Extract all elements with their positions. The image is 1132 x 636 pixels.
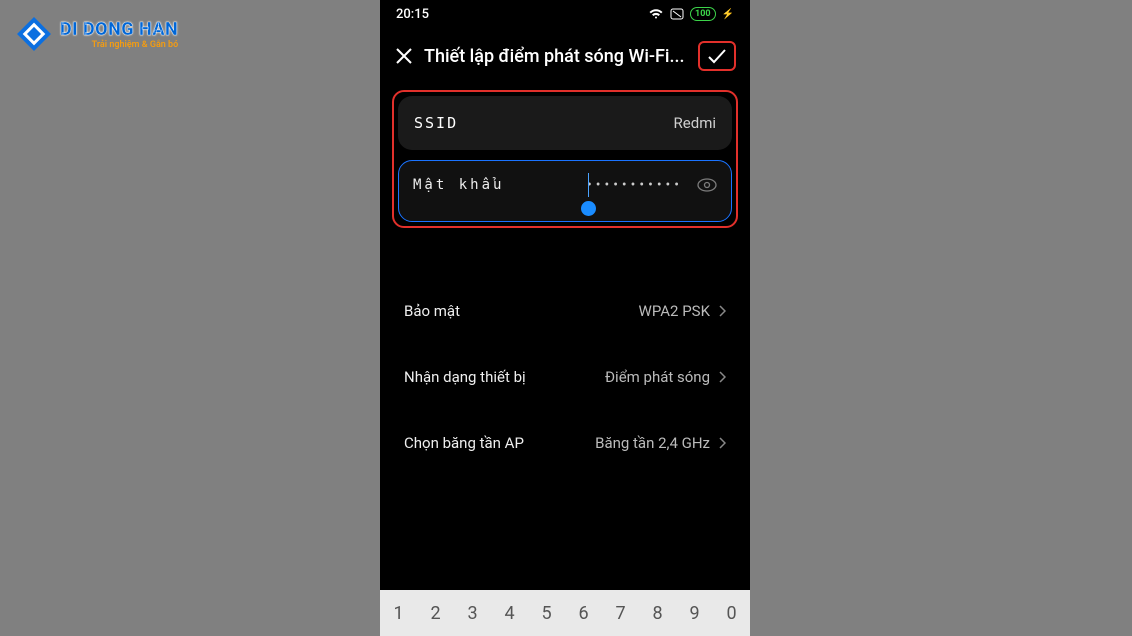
battery-percent: 100 bbox=[690, 7, 716, 21]
device-id-value: Điểm phát sóng bbox=[605, 368, 710, 386]
password-row[interactable]: Mật khẩu ••••••••••• bbox=[398, 160, 732, 222]
key-9[interactable]: 9 bbox=[676, 603, 713, 624]
confirm-button-highlight bbox=[698, 41, 736, 71]
chevron-right-icon bbox=[718, 371, 726, 383]
band-row[interactable]: Chọn băng tần AP Băng tần 2,4 GHz bbox=[400, 410, 730, 476]
wifi-icon bbox=[648, 8, 664, 20]
brand-name: DI DONG HAN bbox=[60, 19, 178, 40]
password-label: Mật khẩu bbox=[413, 177, 504, 193]
brand-logo-icon bbox=[14, 14, 54, 54]
key-4[interactable]: 4 bbox=[491, 603, 528, 624]
key-6[interactable]: 6 bbox=[565, 603, 602, 624]
device-id-label: Nhận dạng thiết bị bbox=[404, 368, 526, 386]
brand-watermark: DI DONG HAN Trải nghiệm & Gắn bó bbox=[14, 14, 178, 54]
phone-screen: 20:15 100 ⚡ Thiết lập điểm phát sóng Wi-… bbox=[380, 0, 750, 636]
input-section-highlight: SSID Redmi Mật khẩu ••••••••••• bbox=[392, 90, 738, 228]
eye-icon[interactable] bbox=[697, 178, 717, 192]
security-label: Bảo mật bbox=[404, 302, 460, 320]
password-masked: ••••••••••• bbox=[587, 177, 683, 193]
device-id-row[interactable]: Nhận dạng thiết bị Điểm phát sóng bbox=[400, 344, 730, 410]
security-row[interactable]: Bảo mật WPA2 PSK bbox=[400, 278, 730, 344]
settings-list: Bảo mật WPA2 PSK Nhận dạng thiết bị Điểm… bbox=[380, 278, 750, 476]
status-time: 20:15 bbox=[396, 7, 429, 22]
key-7[interactable]: 7 bbox=[602, 603, 639, 624]
key-5[interactable]: 5 bbox=[528, 603, 565, 624]
band-value: Băng tần 2,4 GHz bbox=[595, 434, 710, 452]
text-cursor-handle[interactable] bbox=[581, 201, 596, 216]
text-cursor bbox=[588, 173, 589, 197]
no-sim-icon bbox=[670, 8, 684, 20]
title-bar: Thiết lập điểm phát sóng Wi-Fi... bbox=[380, 28, 750, 84]
chevron-right-icon bbox=[718, 437, 726, 449]
brand-tagline: Trải nghiệm & Gắn bó bbox=[60, 40, 178, 50]
keyboard-number-row[interactable]: 1 2 3 4 5 6 7 8 9 0 bbox=[380, 590, 750, 636]
security-value: WPA2 PSK bbox=[639, 302, 710, 320]
ssid-row[interactable]: SSID Redmi bbox=[398, 96, 732, 150]
key-1[interactable]: 1 bbox=[380, 603, 417, 624]
band-label: Chọn băng tần AP bbox=[404, 434, 524, 452]
check-icon[interactable] bbox=[706, 47, 728, 65]
close-icon[interactable] bbox=[394, 46, 414, 66]
key-3[interactable]: 3 bbox=[454, 603, 491, 624]
page-title: Thiết lập điểm phát sóng Wi-Fi... bbox=[424, 46, 688, 67]
charging-icon: ⚡ bbox=[722, 9, 734, 20]
chevron-right-icon bbox=[718, 305, 726, 317]
ssid-label: SSID bbox=[414, 114, 458, 132]
ssid-value: Redmi bbox=[674, 114, 716, 132]
key-2[interactable]: 2 bbox=[417, 603, 454, 624]
key-8[interactable]: 8 bbox=[639, 603, 676, 624]
status-bar: 20:15 100 ⚡ bbox=[380, 0, 750, 28]
key-0[interactable]: 0 bbox=[713, 603, 750, 624]
